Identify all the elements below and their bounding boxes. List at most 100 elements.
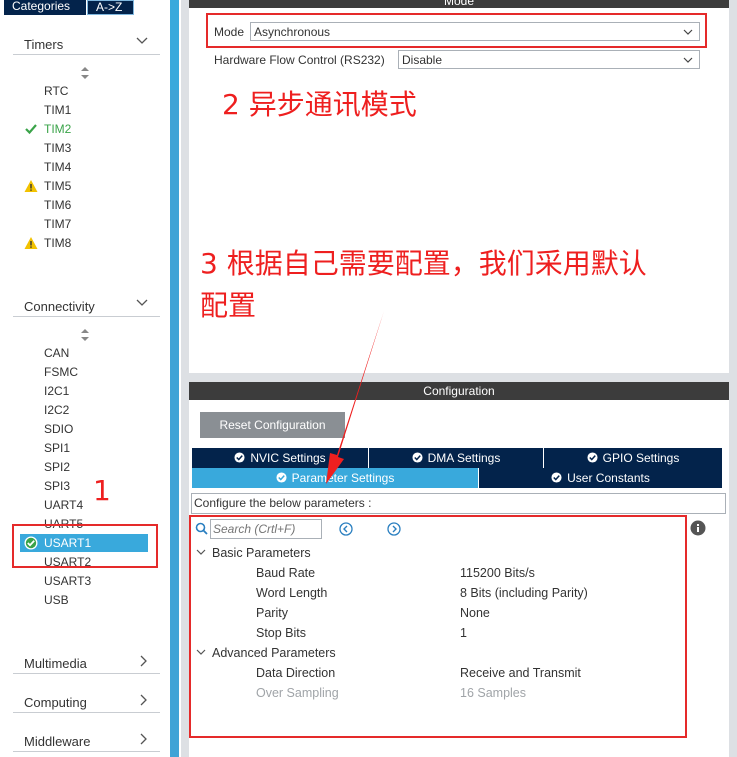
info-icon[interactable]: [690, 520, 706, 536]
reset-configuration-button[interactable]: Reset Configuration: [200, 412, 345, 438]
warning-icon: [24, 237, 38, 249]
tab-dma-settings[interactable]: DMA Settings: [369, 448, 544, 468]
sidebar-item-tim3[interactable]: TIM3: [20, 139, 150, 157]
configuration-description: Configure the below parameters :: [191, 493, 726, 514]
sidebar-item-label: I2C1: [44, 384, 70, 398]
sidebar-item-usb[interactable]: USB: [20, 591, 150, 609]
check-circle-icon: [234, 452, 245, 463]
annotation-step-2: 2 异步通讯模式: [222, 88, 417, 121]
tab-nvic-settings[interactable]: NVIC Settings: [192, 448, 369, 468]
sidebar-item-i2c2[interactable]: I2C2: [20, 401, 150, 419]
sidebar-item-spi3[interactable]: SPI3: [20, 477, 150, 495]
annotation-step-1: 1: [93, 474, 111, 507]
chevron-down-icon[interactable]: [135, 296, 149, 310]
sidebar-item-rtc[interactable]: RTC: [20, 82, 150, 100]
category-computing[interactable]: Computing: [13, 691, 160, 713]
annotation-box-usart1: [12, 524, 158, 568]
hardware-flow-control-select[interactable]: Disable: [398, 50, 700, 69]
connectivity-group-title: Connectivity: [24, 299, 95, 314]
sidebar-item-label: USART3: [44, 574, 92, 588]
annotation-step-3-line-1: 3 根据自己需要配置，我们采用默认: [200, 247, 647, 280]
check-circle-icon: [412, 452, 423, 463]
tab-label: NVIC Settings: [250, 451, 326, 465]
sidebar-item-label: TIM4: [44, 160, 72, 174]
sidebar-item-can[interactable]: CAN: [20, 344, 150, 362]
timers-group-title: Timers: [24, 37, 64, 52]
annotation-step-3-line-2: 配置: [200, 289, 257, 322]
sort-icon[interactable]: [80, 67, 90, 79]
sidebar-item-tim2[interactable]: TIM2: [20, 120, 150, 138]
category-label: Multimedia: [24, 656, 87, 671]
sidebar-item-sdio[interactable]: SDIO: [20, 420, 150, 438]
sidebar-item-label: TIM2: [44, 122, 72, 136]
sidebar-item-usart3[interactable]: USART3: [20, 572, 150, 590]
tab-label: DMA Settings: [427, 451, 501, 465]
sidebar-item-label: CAN: [44, 346, 70, 360]
sidebar-item-uart4[interactable]: UART4: [20, 496, 150, 514]
sidebar-item-tim4[interactable]: TIM4: [20, 158, 150, 176]
sort-icon[interactable]: [80, 329, 90, 341]
sidebar-item-label: SDIO: [44, 422, 74, 436]
sidebar-scrollbar-thumb[interactable]: [170, 90, 179, 757]
category-label: Middleware: [24, 734, 91, 749]
category-multimedia[interactable]: Multimedia: [13, 652, 160, 674]
sidebar-item-tim5[interactable]: TIM5: [20, 177, 150, 195]
sidebar-item-label: TIM1: [44, 103, 72, 117]
check-circle-icon: [587, 452, 598, 463]
tab-user-constants[interactable]: User Constants: [479, 468, 723, 488]
category-tab-bar: Categories A->Z: [0, 0, 181, 15]
tab-label: User Constants: [567, 471, 650, 485]
check-circle-icon: [551, 472, 562, 483]
tab-label: GPIO Settings: [602, 451, 680, 465]
sidebar-item-label: TIM7: [44, 217, 72, 231]
sidebar-item-tim6[interactable]: TIM6: [20, 196, 150, 214]
chevron-right-icon[interactable]: [137, 694, 149, 706]
tab-a-to-z[interactable]: A->Z: [87, 0, 134, 15]
sidebar-item-fsmc[interactable]: FSMC: [20, 363, 150, 381]
sidebar-item-label: TIM5: [44, 179, 72, 193]
hardware-flow-control-label: Hardware Flow Control (RS232): [214, 53, 385, 67]
component-sidebar: Categories A->Z Timers RTC TIM1 TIM2 TIM3 TI…: [0, 0, 181, 757]
sidebar-divider: [179, 0, 181, 757]
tab-gpio-settings[interactable]: GPIO Settings: [544, 448, 723, 468]
connectivity-group-header[interactable]: Connectivity: [13, 295, 160, 317]
sidebar-item-label: SPI1: [44, 441, 71, 455]
sidebar-item-tim7[interactable]: TIM7: [20, 215, 150, 233]
sidebar-item-label: TIM6: [44, 198, 72, 212]
chevron-down-icon: [683, 57, 693, 63]
check-circle-icon: [276, 472, 287, 483]
sidebar-item-label: FSMC: [44, 365, 78, 379]
chevron-right-icon[interactable]: [137, 733, 149, 745]
sidebar-item-spi1[interactable]: SPI1: [20, 439, 150, 457]
sidebar-item-label: UART4: [44, 498, 84, 512]
chevron-right-icon[interactable]: [137, 655, 149, 667]
configuration-header-title: Configuration: [423, 384, 495, 398]
warning-icon: [24, 180, 38, 192]
sidebar-item-label: USB: [44, 593, 69, 607]
chevron-down-icon[interactable]: [135, 34, 149, 48]
sidebar-item-label: TIM3: [44, 141, 72, 155]
annotation-box-parameters: [189, 515, 687, 738]
tab-parameter-settings[interactable]: Parameter Settings: [192, 468, 479, 488]
sidebar-item-i2c1[interactable]: I2C1: [20, 382, 150, 400]
hardware-flow-control-value: Disable: [402, 53, 443, 67]
mode-header-title: Mode: [443, 0, 475, 8]
category-label: Computing: [24, 695, 87, 710]
sidebar-item-label: I2C2: [44, 403, 70, 417]
configuration-scroll-gutter: [729, 382, 737, 757]
sidebar-item-label: RTC: [44, 84, 69, 98]
sidebar-item-label: SPI2: [44, 460, 71, 474]
check-icon: [25, 124, 37, 135]
sidebar-item-spi2[interactable]: SPI2: [20, 458, 150, 476]
sidebar-item-tim1[interactable]: TIM1: [20, 101, 150, 119]
sidebar-item-label: SPI3: [44, 479, 71, 493]
mode-panel-header: Mode: [189, 0, 729, 8]
configuration-panel-header: Configuration: [189, 382, 729, 400]
timers-group-header[interactable]: Timers: [13, 33, 160, 55]
tab-categories[interactable]: Categories: [4, 0, 86, 15]
category-middleware[interactable]: Middleware: [13, 730, 160, 752]
annotation-box-mode: [206, 13, 707, 48]
tab-label: Parameter Settings: [291, 471, 395, 485]
sidebar-item-label: TIM8: [44, 236, 72, 250]
sidebar-item-tim8[interactable]: TIM8: [20, 234, 150, 252]
